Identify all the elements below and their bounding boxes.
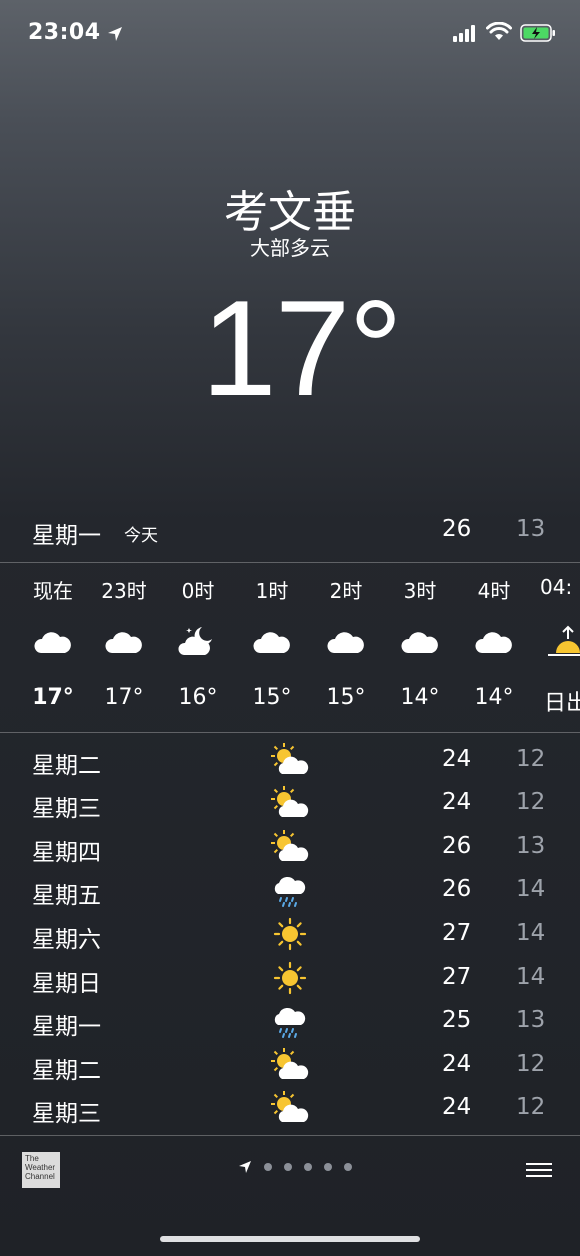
status-bar: 23:04 — [0, 0, 580, 70]
weather-channel-logo[interactable]: The Weather Channel — [22, 1152, 60, 1188]
daily-low: 12 — [516, 789, 546, 815]
daily-high: 27 — [442, 964, 472, 990]
daily-row: 星期三 24 12 — [0, 1088, 580, 1132]
sun-icon — [268, 916, 312, 952]
daily-row: 星期五 26 14 — [0, 870, 580, 914]
hourly-forecast[interactable]: 现在 17° 23时 17° 0时 16° 1时 15° 2时 15° 3时 1… — [0, 565, 580, 725]
page-dot — [304, 1163, 312, 1171]
daily-day: 星期二 — [32, 1058, 101, 1084]
today-low: 13 — [516, 516, 546, 542]
page-dot — [264, 1163, 272, 1171]
cloud-icon — [326, 625, 366, 659]
hour-time: 现在 — [33, 579, 73, 603]
sunrise-icon — [548, 625, 580, 659]
cellular-signal-icon — [453, 25, 475, 42]
daily-high: 26 — [442, 876, 472, 902]
daily-high: 24 — [442, 1094, 472, 1120]
hour-time: 2时 — [329, 579, 363, 603]
partly-sunny-icon — [268, 785, 312, 821]
hour-time: 0时 — [181, 579, 215, 603]
partly-sunny-icon — [268, 829, 312, 865]
daily-high: 24 — [442, 789, 472, 815]
daily-low: 12 — [516, 1094, 546, 1120]
daily-day: 星期一 — [32, 1014, 101, 1040]
city-name: 考文垂 — [224, 187, 356, 238]
hour-time: 04: — [540, 575, 573, 599]
daily-day: 星期三 — [32, 1101, 101, 1127]
rain-cloud-icon — [268, 872, 312, 908]
today-row: 星期一 今天 26 13 — [0, 510, 580, 550]
daily-row: 星期二 24 12 — [0, 1045, 580, 1089]
daily-day: 星期六 — [32, 927, 101, 953]
hour-temp: 14° — [400, 685, 440, 710]
cloud-icon — [252, 625, 292, 659]
hour-temp: 16° — [178, 685, 218, 710]
cloud-icon — [400, 625, 440, 659]
partly-sunny-icon — [268, 1090, 312, 1126]
partly-sunny-icon — [268, 742, 312, 778]
status-time: 23:04 — [28, 20, 101, 45]
battery-charging-icon — [520, 24, 555, 42]
daily-day: 星期五 — [32, 883, 101, 909]
daily-high: 26 — [442, 833, 472, 859]
daily-row: 星期三 24 12 — [0, 783, 580, 827]
hour-time: 1时 — [255, 579, 289, 603]
daily-row: 星期一 25 13 — [0, 1001, 580, 1045]
sun-icon — [268, 960, 312, 996]
daily-day: 星期四 — [32, 840, 101, 866]
city-list-icon[interactable] — [526, 1162, 552, 1178]
hour-time: 3时 — [403, 579, 437, 603]
daily-low: 14 — [516, 876, 546, 902]
location-arrow-icon — [239, 1161, 251, 1173]
hour-temp: 14° — [474, 685, 514, 710]
location-arrow-icon — [108, 27, 122, 41]
today-day: 星期一 — [32, 523, 101, 549]
daily-day: 星期三 — [32, 796, 101, 822]
hour-time: 4时 — [477, 579, 511, 603]
cloud-icon — [474, 625, 514, 659]
hour-temp: 15° — [326, 685, 366, 710]
daily-low: 12 — [516, 746, 546, 772]
rain-cloud-icon — [268, 1003, 312, 1039]
daily-high: 25 — [442, 1007, 472, 1033]
daily-low: 13 — [516, 1007, 546, 1033]
hour-time: 23时 — [101, 579, 147, 603]
partly-sunny-icon — [268, 1047, 312, 1083]
daily-low: 14 — [516, 920, 546, 946]
footer-toolbar: The Weather Channel — [0, 1136, 580, 1256]
cloud-icon — [33, 625, 73, 659]
daily-row: 星期四 26 13 — [0, 827, 580, 871]
daily-day: 星期日 — [32, 971, 101, 997]
daily-low: 12 — [516, 1051, 546, 1077]
daily-low: 14 — [516, 964, 546, 990]
wifi-icon — [486, 22, 512, 40]
current-condition: 大部多云 — [250, 236, 330, 260]
daily-row: 星期二 24 12 — [0, 740, 580, 784]
home-indicator[interactable] — [160, 1236, 420, 1242]
cloud-moon-icon — [178, 625, 218, 659]
current-temperature: 17° — [201, 272, 403, 424]
daily-row: 星期日 27 14 — [0, 958, 580, 1002]
daily-high: 27 — [442, 920, 472, 946]
today-high: 26 — [442, 516, 472, 542]
page-dot — [284, 1163, 292, 1171]
cloud-icon — [104, 625, 144, 659]
hour-temp: 17° — [104, 685, 144, 710]
page-dot — [344, 1163, 352, 1171]
daily-low: 13 — [516, 833, 546, 859]
divider — [0, 562, 580, 563]
today-label: 今天 — [124, 526, 158, 546]
daily-high: 24 — [442, 746, 472, 772]
page-dot — [324, 1163, 332, 1171]
divider — [0, 732, 580, 733]
hour-temp: 日出 — [544, 691, 580, 716]
daily-row: 星期六 27 14 — [0, 914, 580, 958]
hour-temp: 17° — [32, 685, 74, 710]
hour-temp: 15° — [252, 685, 292, 710]
daily-day: 星期二 — [32, 753, 101, 779]
daily-high: 24 — [442, 1051, 472, 1077]
